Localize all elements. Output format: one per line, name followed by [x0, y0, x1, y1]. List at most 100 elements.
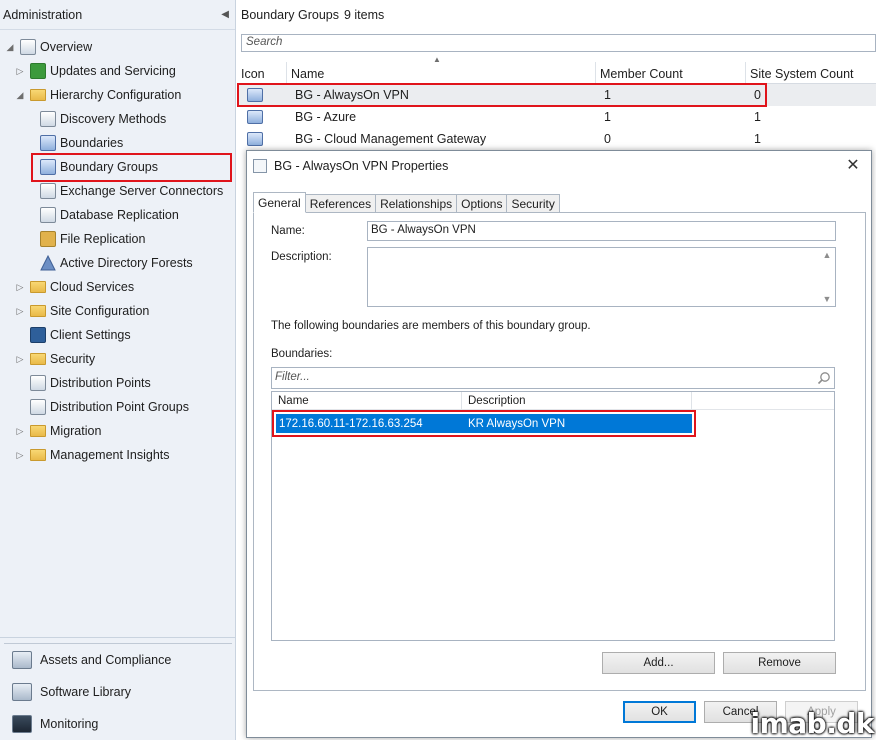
column-header-name[interactable]: Name — [287, 62, 596, 84]
tree-item-management-insights[interactable]: ▷ Management Insights — [14, 444, 170, 466]
expanded-arrow-icon[interactable]: ◢ — [14, 90, 26, 101]
expanded-arrow-icon[interactable]: ◢ — [4, 42, 16, 53]
tree-item-active-directory-forests[interactable]: Active Directory Forests — [24, 252, 193, 274]
tab-relationships[interactable]: Relationships — [376, 194, 458, 213]
workspace-software-library[interactable]: Software Library — [0, 676, 236, 708]
monitoring-icon — [12, 715, 32, 733]
boundary-row-highlight — [272, 410, 696, 437]
tree-item-client-settings[interactable]: Client Settings — [14, 324, 131, 346]
ad-forest-icon — [40, 254, 56, 271]
column-header-boundary-description[interactable]: Description — [462, 392, 692, 410]
column-header-boundary-name[interactable]: Name — [272, 392, 462, 410]
filter-input[interactable]: Filter... — [271, 367, 835, 389]
discovery-icon — [40, 111, 56, 127]
name-field[interactable]: BG - AlwaysOn VPN — [367, 221, 836, 241]
collapsed-arrow-icon[interactable]: ▷ — [14, 282, 26, 293]
workspace-label: Monitoring — [40, 717, 99, 731]
navigation-pane: Administration ◀ ◢ Overview ▷ Updates an… — [0, 0, 236, 740]
search-icon[interactable] — [817, 371, 831, 385]
members-info-text: The following boundaries are members of … — [271, 320, 591, 332]
tree-item-label: Management Insights — [50, 448, 170, 462]
tab-references[interactable]: References — [305, 194, 377, 213]
properties-icon — [253, 159, 267, 173]
tree-item-updates-and-servicing[interactable]: ▷ Updates and Servicing — [14, 60, 176, 82]
tree-item-boundaries[interactable]: Boundaries — [24, 132, 123, 154]
description-field[interactable]: ▲ ▼ — [367, 247, 836, 307]
row-member-count: 0 — [604, 132, 611, 146]
tab-security[interactable]: Security — [507, 194, 560, 213]
tree-item-migration[interactable]: ▷ Migration — [14, 420, 102, 442]
database-icon — [40, 207, 56, 223]
description-scrollbar[interactable]: ▲ ▼ — [821, 250, 833, 304]
collapsed-arrow-icon[interactable]: ▷ — [14, 450, 26, 461]
tree-item-label: Migration — [50, 424, 102, 438]
workspace-label: Assets and Compliance — [40, 653, 172, 667]
boundaries-icon — [40, 135, 56, 151]
tree-item-label: Exchange Server Connectors — [60, 184, 224, 198]
tree-item-security[interactable]: ▷ Security — [14, 348, 96, 370]
tree-item-label: Distribution Points — [50, 376, 151, 390]
alwayson-row-highlight — [237, 83, 767, 107]
boundary-group-icon — [247, 110, 263, 124]
watermark-text: imab.dk — [750, 707, 874, 740]
scroll-up-icon[interactable]: ▲ — [821, 250, 833, 260]
close-icon[interactable]: ✕ — [843, 155, 863, 175]
folder-icon — [30, 425, 46, 437]
dialog-title-bar[interactable]: BG - AlwaysOn VPN Properties — [247, 151, 871, 181]
library-icon — [12, 683, 32, 701]
tree-item-site-configuration[interactable]: ▷ Site Configuration — [14, 300, 150, 322]
tree-item-distribution-points[interactable]: Distribution Points — [14, 372, 151, 394]
tree-item-distribution-point-groups[interactable]: Distribution Point Groups — [14, 396, 189, 418]
dialog-title: BG - AlwaysOn VPN Properties — [274, 159, 449, 173]
client-settings-icon — [30, 327, 46, 343]
name-label: Name: — [271, 225, 305, 237]
folder-icon — [30, 89, 46, 101]
tree-item-exchange-server-connectors[interactable]: Exchange Server Connectors — [24, 180, 223, 202]
tab-options[interactable]: Options — [457, 194, 508, 213]
folder-icon — [30, 281, 46, 293]
column-header-site-system-count[interactable]: Site System Count — [746, 62, 876, 84]
table-row[interactable]: BG - Azure 1 1 — [237, 106, 876, 128]
column-header-member-count[interactable]: Member Count — [596, 62, 746, 84]
collapsed-arrow-icon[interactable]: ▷ — [14, 426, 26, 437]
ok-button[interactable]: OK — [623, 701, 696, 723]
boundaries-label: Boundaries: — [271, 348, 333, 360]
tab-general[interactable]: General — [253, 192, 306, 213]
tree-item-label: Updates and Servicing — [50, 64, 176, 78]
tree-item-hierarchy-configuration[interactable]: ◢ Hierarchy Configuration — [14, 84, 182, 106]
folder-icon — [30, 449, 46, 461]
collapsed-arrow-icon[interactable]: ▷ — [14, 354, 26, 365]
workspace-assets-and-compliance[interactable]: Assets and Compliance — [0, 644, 236, 676]
collapsed-arrow-icon[interactable]: ▷ — [14, 306, 26, 317]
grid-header: Icon Name Member Count Site System Count — [237, 62, 876, 84]
results-title: Boundary Groups 9 items — [237, 0, 876, 30]
tree-item-file-replication[interactable]: File Replication — [24, 228, 145, 250]
general-tab-panel: Name: BG - AlwaysOn VPN Description: ▲ ▼… — [253, 212, 866, 691]
assets-icon — [12, 651, 32, 669]
tree-item-label: Client Settings — [50, 328, 131, 342]
tree-item-database-replication[interactable]: Database Replication — [24, 204, 179, 226]
filter-placeholder: Filter... — [275, 371, 310, 383]
search-input[interactable]: Search — [241, 34, 876, 52]
workspace-label: Software Library — [40, 685, 132, 699]
tree-item-overview[interactable]: ◢ Overview — [4, 36, 92, 58]
workspace-monitoring[interactable]: Monitoring — [0, 708, 236, 740]
boundaries-list-header: Name Description — [272, 392, 834, 410]
collapse-pane-icon[interactable]: ◀ — [221, 9, 229, 20]
scroll-down-icon[interactable]: ▼ — [821, 294, 833, 304]
boundary-groups-highlight — [31, 153, 232, 182]
page-title: Boundary Groups — [241, 8, 339, 22]
remove-button[interactable]: Remove — [723, 652, 836, 674]
tree-item-cloud-services[interactable]: ▷ Cloud Services — [14, 276, 135, 298]
add-button[interactable]: Add... — [602, 652, 715, 674]
dp-icon — [30, 375, 46, 391]
column-header-icon[interactable]: Icon — [237, 62, 287, 84]
file-replication-icon — [40, 231, 56, 247]
table-row[interactable]: BG - Cloud Management Gateway 0 1 — [237, 128, 876, 150]
folder-icon — [30, 353, 46, 365]
tree-item-label: File Replication — [60, 232, 146, 246]
tree-item-label: Active Directory Forests — [60, 256, 193, 270]
tree-item-discovery-methods[interactable]: Discovery Methods — [24, 108, 166, 130]
tree-item-label: Site Configuration — [50, 304, 150, 318]
collapsed-arrow-icon[interactable]: ▷ — [14, 66, 26, 77]
